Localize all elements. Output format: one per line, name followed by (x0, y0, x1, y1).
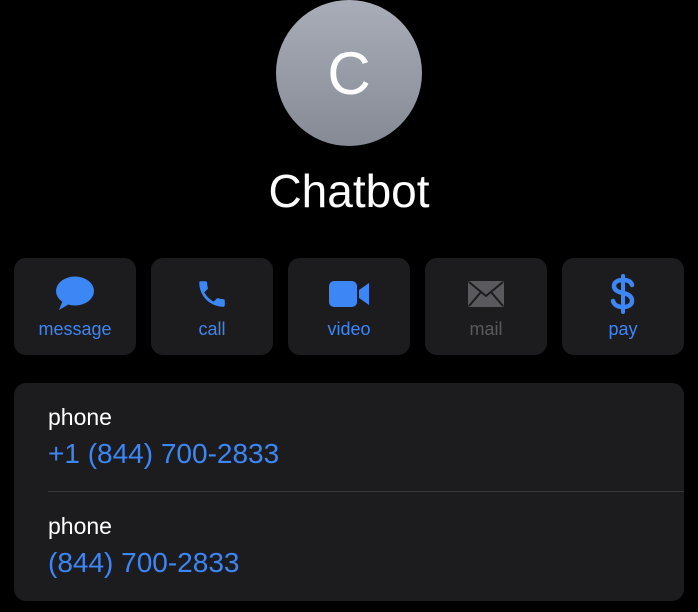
phone-label: phone (48, 404, 112, 430)
phone-icon (151, 276, 273, 312)
call-button-label: call (198, 319, 226, 339)
avatar: C (276, 0, 422, 146)
mail-button-label: mail (469, 319, 503, 339)
message-button-label: message (38, 319, 112, 339)
video-button[interactable]: video (288, 258, 410, 355)
message-bubble-icon (14, 276, 136, 312)
contact-card-screen: C Chatbot message call video mail pay ph… (0, 0, 698, 612)
contact-name: Chatbot (268, 165, 430, 217)
phone-label: phone (48, 513, 112, 539)
avatar-initial: C (327, 40, 371, 107)
pay-button-label: pay (608, 319, 638, 339)
envelope-icon (425, 276, 547, 312)
phone-number-link[interactable]: +1 (844) 700-2833 (48, 437, 684, 471)
phone-row-2: phone (844) 700-2833 (48, 512, 684, 580)
row-divider (48, 491, 684, 492)
call-button[interactable]: call (151, 258, 273, 355)
video-camera-icon (288, 276, 410, 312)
mail-button[interactable]: mail (425, 258, 547, 355)
pay-button[interactable]: pay (562, 258, 684, 355)
contact-details-card: phone +1 (844) 700-2833 phone (844) 700-… (14, 383, 684, 601)
message-button[interactable]: message (14, 258, 136, 355)
phone-number-link[interactable]: (844) 700-2833 (48, 546, 684, 580)
dollar-icon (562, 274, 684, 314)
phone-row-1: phone +1 (844) 700-2833 (48, 403, 684, 471)
video-button-label: video (327, 319, 371, 339)
